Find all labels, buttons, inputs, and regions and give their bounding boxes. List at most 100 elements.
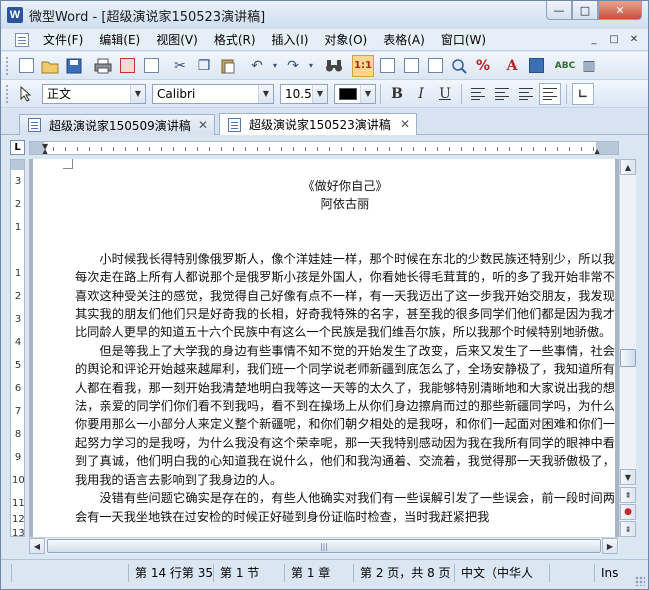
paste-icon[interactable]	[217, 55, 239, 77]
menu-edit[interactable]: 编辑(E)	[91, 30, 148, 50]
font-size-dropdown-icon[interactable]: ▼	[312, 84, 327, 103]
vruler-number: 4	[14, 337, 22, 348]
select-pointer-icon[interactable]	[15, 83, 37, 105]
vruler-number: 8	[14, 429, 22, 440]
text-color-select[interactable]: ▼	[334, 83, 376, 104]
word-count-icon[interactable]: ▥	[578, 55, 600, 77]
scroll-right-button[interactable]: ▶	[602, 538, 618, 554]
document-area[interactable]: 《做好你自己》 阿依古丽 小时候我长得特别像俄罗斯人，像个洋娃娃一样，那个时候在…	[29, 159, 619, 537]
toolbar-separator	[461, 83, 462, 104]
left-indent-marker[interactable]: ▲	[42, 147, 48, 154]
font-dropdown-icon[interactable]: ▼	[258, 84, 273, 103]
print-icon[interactable]	[92, 55, 114, 77]
align-center-button[interactable]	[491, 83, 513, 105]
spell-check-icon[interactable]: ABC	[554, 55, 576, 77]
horizontal-scroll-thumb[interactable]: |||	[47, 539, 601, 553]
tab-close-icon[interactable]: ✕	[400, 117, 410, 131]
paragraph[interactable]: 但是等我上了大学我的身边有些事情不知不觉的开始发生了改变，后来又发生了一些事情，…	[75, 342, 615, 489]
menu-format[interactable]: 格式(R)	[206, 30, 264, 50]
doc-restore-button[interactable]: □	[606, 32, 622, 47]
vertical-scrollbar[interactable]: ▲ ▼ ⇞ ● ⇟	[619, 159, 636, 537]
word-app-icon[interactable]: W	[7, 7, 23, 23]
web-layout-view-icon[interactable]	[376, 55, 398, 77]
font-color-a-icon[interactable]: A	[501, 55, 523, 77]
paragraph[interactable]: 小时候我长得特别像俄罗斯人，像个洋娃娃一样，那个时候在东北的少数民族还特别少，所…	[75, 250, 615, 342]
toolbar-grip[interactable]	[6, 56, 10, 75]
find-binoculars-icon[interactable]	[323, 55, 345, 77]
vruler-number: 3	[14, 176, 22, 187]
save-icon[interactable]	[63, 55, 85, 77]
pdf-export-icon[interactable]	[116, 55, 138, 77]
style-select[interactable]: 正文 ▼	[42, 83, 146, 104]
menu-object[interactable]: 对象(O)	[316, 30, 375, 50]
undo-icon[interactable]: ↶	[246, 55, 268, 77]
status-insert-mode[interactable]: Ins	[594, 564, 634, 582]
format-toolbar-grip[interactable]	[6, 84, 10, 103]
font-size-select[interactable]: 10.5 ▼	[280, 83, 328, 104]
paragraph[interactable]: 没错有些问题它确实是存在的，有些人他确实对我们有一些误解引发了一些误会，前一段时…	[75, 489, 615, 526]
previous-page-button[interactable]: ⇞	[620, 487, 636, 503]
redo-dropdown-icon[interactable]: ▾	[306, 55, 316, 77]
underline-button[interactable]: U	[434, 83, 456, 105]
doc-close-button[interactable]: ✕	[626, 32, 642, 47]
resize-grip[interactable]	[635, 576, 645, 586]
text-color-dropdown-icon[interactable]: ▼	[360, 84, 375, 103]
print-layout-view-icon[interactable]: 1:1	[352, 54, 374, 77]
next-page-button[interactable]: ⇟	[620, 521, 636, 537]
menu-bar: 文件(F) 编辑(E) 视图(V) 格式(R) 插入(I) 对象(O) 表格(A…	[1, 29, 648, 51]
cut-icon[interactable]: ✂	[169, 55, 191, 77]
tab-close-icon[interactable]: ✕	[198, 118, 208, 132]
minimize-button[interactable]: —	[546, 1, 572, 20]
right-indent-marker[interactable]: ▲	[594, 147, 600, 154]
bold-button[interactable]: B	[386, 83, 408, 105]
document-title[interactable]: 《做好你自己》	[75, 177, 615, 195]
open-folder-icon[interactable]	[39, 55, 61, 77]
select-browse-object-button[interactable]: ●	[620, 504, 636, 520]
copy-icon[interactable]: ❐	[193, 55, 215, 77]
maximize-button[interactable]: □	[572, 1, 598, 20]
tab-document-150523[interactable]: 超级演说家150523演讲稿 ✕	[219, 113, 417, 135]
align-left-button[interactable]	[467, 83, 489, 105]
vruler-number: 1	[14, 268, 22, 279]
new-document-icon[interactable]	[15, 55, 37, 77]
document-author[interactable]: 阿依古丽	[75, 195, 615, 213]
style-dropdown-icon[interactable]: ▼	[130, 84, 145, 103]
tab-type-selector[interactable]: L	[10, 140, 25, 155]
undo-dropdown-icon[interactable]: ▾	[270, 55, 280, 77]
menu-file[interactable]: 文件(F)	[35, 30, 91, 50]
horizontal-ruler[interactable]: ▼ ▲ ▲	[29, 141, 619, 155]
font-select[interactable]: Calibri ▼	[152, 83, 274, 104]
vruler-number: 11	[12, 498, 25, 509]
italic-button[interactable]: I	[410, 83, 432, 105]
insert-image-icon[interactable]	[525, 55, 547, 77]
ruler-ticks	[30, 142, 618, 154]
menu-view[interactable]: 视图(V)	[148, 30, 206, 50]
redo-icon[interactable]: ↷	[282, 55, 304, 77]
document-page[interactable]: 《做好你自己》 阿依古丽 小时候我长得特别像俄罗斯人，像个洋娃娃一样，那个时候在…	[33, 159, 615, 537]
document-icon	[228, 117, 241, 132]
menu-window[interactable]: 窗口(W)	[433, 30, 494, 50]
scroll-left-button[interactable]: ◀	[29, 538, 45, 554]
menu-table[interactable]: 表格(A)	[375, 30, 433, 50]
tab-document-150509[interactable]: 超级演说家150509演讲稿 ✕	[19, 114, 215, 135]
horizontal-scrollbar[interactable]: ◀ ||| ▶	[29, 537, 619, 554]
print-preview-icon[interactable]	[140, 55, 162, 77]
percent-icon[interactable]: %	[472, 55, 494, 77]
document-body[interactable]: 《做好你自己》 阿依古丽 小时候我长得特别像俄罗斯人，像个洋娃娃一样，那个时候在…	[75, 177, 615, 526]
vertical-scroll-thumb[interactable]	[620, 349, 636, 367]
title-bar[interactable]: W 微型Word - [超级演说家150523演讲稿] — □ ✕	[1, 1, 648, 29]
close-button[interactable]: ✕	[598, 1, 642, 20]
document-menu-icon[interactable]	[15, 32, 29, 47]
outline-view-icon[interactable]	[400, 55, 422, 77]
page-width-icon[interactable]	[424, 55, 446, 77]
justify-button[interactable]	[539, 82, 561, 105]
tab-stop-button[interactable]: ∟	[572, 82, 594, 105]
scroll-up-button[interactable]: ▲	[620, 159, 636, 175]
formatting-toolbar: 正文 ▼ Calibri ▼ 10.5 ▼ ▼ B I U ∟	[1, 80, 648, 108]
doc-minimize-button[interactable]: _	[586, 32, 602, 47]
menu-insert[interactable]: 插入(I)	[264, 30, 317, 50]
scroll-down-button[interactable]: ▼	[620, 469, 636, 485]
zoom-icon[interactable]	[448, 55, 470, 77]
align-right-button[interactable]	[515, 83, 537, 105]
vertical-ruler[interactable]: 3 2 1 1 2 3 4 5 6 7 8 9 10 11 12 13	[10, 159, 25, 537]
